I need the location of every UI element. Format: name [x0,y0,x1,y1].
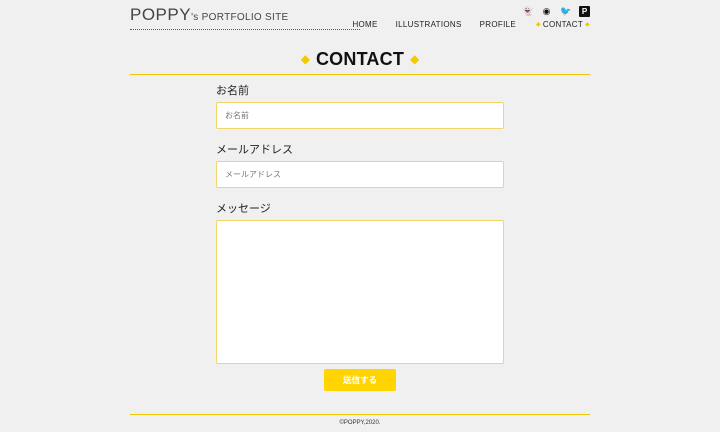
pixiv-icon[interactable]: P [579,6,590,17]
copyright-text: ©POPPY,2020. [339,420,381,426]
logo-sub: 's PORTFOLIO SITE [191,12,289,23]
weibo-icon[interactable]: ◉ [541,6,552,17]
site-logo[interactable]: POPPY's PORTFOLIO SITE [130,5,360,30]
social-links: 👻 ◉ 🐦 P [522,6,590,17]
email-field[interactable]: メールアドレス [216,161,504,188]
main-nav: HOME ILLUSTRATIONS PROFILE ◆ CONTACT ◆ [352,20,592,29]
snapchat-icon[interactable]: 👻 [522,6,533,17]
name-field[interactable]: お名前 [216,102,504,129]
nav-item-home[interactable]: HOME [352,20,377,29]
twitter-icon[interactable]: 🐦 [560,6,571,17]
page-title: CONTACT [315,48,405,69]
name-label: お名前 [216,85,249,97]
message-textarea[interactable] [216,220,504,364]
site-header: POPPY's PORTFOLIO SITE 👻 ◉ 🐦 P HOME ILLU… [130,0,592,40]
diamond-icon: ◆ [300,52,310,66]
email-label: メールアドレス [216,144,293,156]
nav-item-profile[interactable]: PROFILE [480,20,516,29]
nav-item-contact[interactable]: ◆ CONTACT ◆ [534,20,592,29]
nav-item-illustrations[interactable]: ILLUSTRATIONS [396,20,462,29]
page-title-row: ◆ CONTACT ◆ [130,44,590,75]
diamond-icon: ◆ [410,52,420,66]
diamond-icon: ◆ [535,22,541,28]
message-label: メッセージ [216,203,271,215]
contact-form: お名前 お名前 メールアドレス メールアドレス メッセージ [216,82,504,364]
site-footer: ©POPPY,2020. [130,414,590,426]
nav-item-contact-label: CONTACT [542,20,584,29]
diamond-icon: ◆ [585,22,590,28]
submit-button[interactable]: 送信する [324,369,396,391]
logo-main: POPPY [130,5,192,24]
